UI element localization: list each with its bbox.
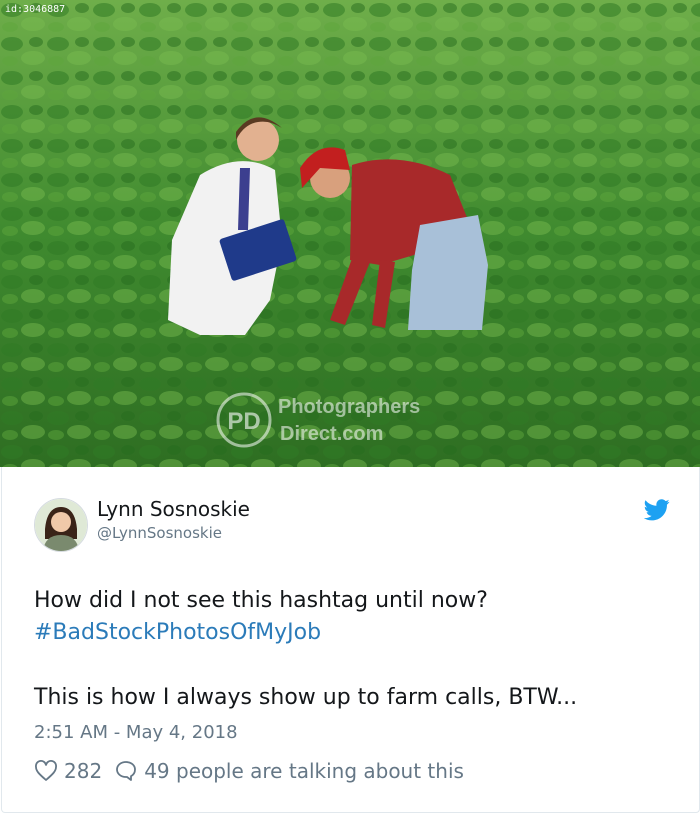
tweet-card: Lynn Sosnoskie @LynnSosnoskie How did I …	[1, 467, 700, 813]
field-photo-illustration: PD Photographers Direct.com	[0, 0, 700, 467]
talking-count[interactable]: 49 people are talking about this	[144, 759, 464, 783]
tweet-timestamp[interactable]: 2:51 AM - May 4, 2018	[34, 722, 238, 743]
heart-icon[interactable]	[34, 759, 58, 783]
author-name[interactable]: Lynn Sosnoskie	[97, 497, 250, 521]
like-count[interactable]: 282	[64, 759, 102, 783]
tweet-text-line1: How did I not see this hashtag until now…	[34, 588, 488, 613]
avatar[interactable]	[34, 498, 88, 552]
image-id-label: id:3046887	[5, 4, 66, 15]
hashtag-link[interactable]: #BadStockPhotosOfMyJob	[34, 620, 321, 645]
author-handle[interactable]: @LynnSosnoskie	[97, 524, 222, 542]
watermark-line1: Photographers	[278, 396, 420, 418]
speech-bubble-icon[interactable]	[114, 759, 138, 783]
tweet-actions: 282 49 people are talking about this	[34, 757, 464, 785]
tweet-photo[interactable]: PD Photographers Direct.com id:3046887	[0, 0, 700, 467]
watermark-icon: PD	[227, 408, 260, 435]
twitter-bird-icon[interactable]	[643, 499, 670, 521]
tweet-text-line3: This is how I always show up to farm cal…	[34, 685, 578, 710]
watermark-line2: Direct.com	[280, 423, 383, 445]
